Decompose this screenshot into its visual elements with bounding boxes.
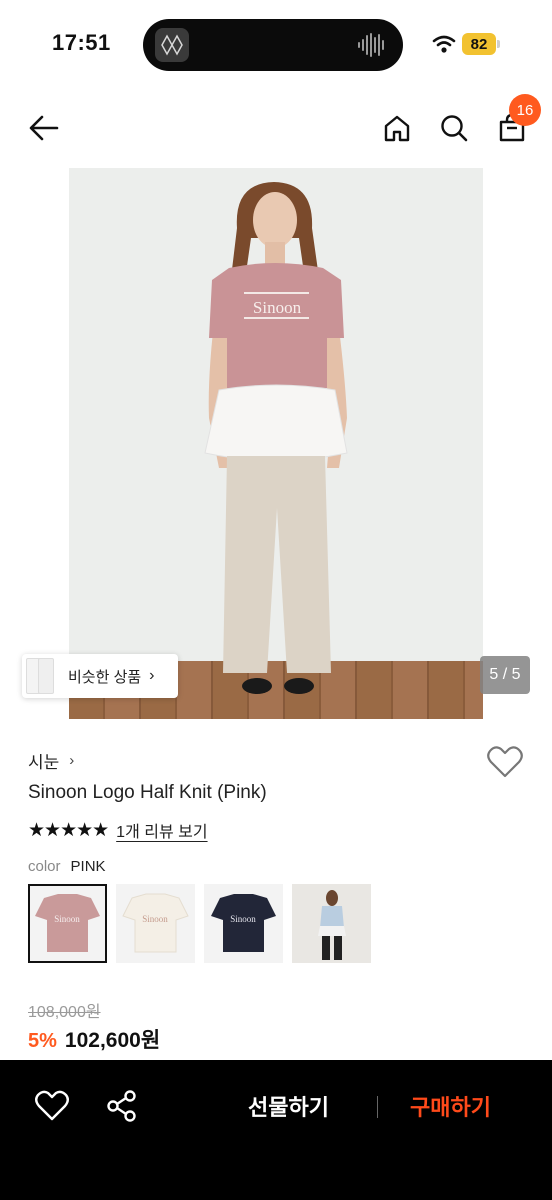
sale-price: 102,600원 (64, 1029, 161, 1052)
cart-count-badge: 16 (509, 94, 541, 126)
product-image[interactable]: Sinoon (69, 168, 483, 719)
similar-products-label: 비슷한 상품 (68, 668, 142, 686)
original-price: 108,000원 (28, 1004, 101, 1021)
status-bar: 17:51 82 (0, 0, 552, 90)
back-button[interactable] (22, 106, 66, 150)
buy-button[interactable]: 구매하기 (410, 1090, 491, 1122)
home-button[interactable] (375, 106, 419, 150)
rating-stars: ★★★★★ (28, 819, 109, 841)
product-name: Sinoon Logo Half Knit (Pink) (28, 782, 267, 803)
battery-cap (497, 40, 500, 48)
share-icon[interactable] (104, 1088, 140, 1124)
review-link[interactable]: 1개 리뷰 보기 (116, 818, 207, 842)
similar-thumbnails (22, 654, 62, 698)
swatch-pink[interactable]: Sinoon (28, 884, 107, 963)
color-row: color PINK (28, 858, 106, 875)
divider (377, 1096, 378, 1118)
rating-row: ★★★★★ 1개 리뷰 보기 (28, 818, 208, 842)
color-value: PINK (70, 858, 106, 875)
top-nav (0, 96, 552, 160)
swatch-logo-text: Sinoon (54, 914, 80, 924)
swatch-model[interactable] (292, 884, 371, 963)
search-button[interactable] (432, 106, 476, 150)
wifi-icon (432, 35, 456, 53)
chevron-right-icon: › (149, 667, 155, 684)
price-row: 5% 102,600원 (28, 1024, 160, 1054)
heart-icon[interactable] (34, 1088, 70, 1124)
color-label: color (28, 858, 61, 875)
similar-products-button[interactable]: 비슷한 상품 › (22, 654, 178, 698)
search-icon (441, 115, 468, 142)
dynamic-island (143, 19, 403, 71)
swatch-navy[interactable]: Sinoon (204, 884, 283, 963)
shirt-logo-text: Sinoon (253, 298, 302, 317)
bottom-action-bar: 선물하기 구매하기 (0, 1060, 552, 1200)
model-photo: Sinoon (204, 182, 348, 694)
color-swatches: Sinoon Sinoon Sinoon (28, 884, 371, 963)
brand-link[interactable]: 시눈 › (28, 748, 74, 773)
wishlist-heart-icon[interactable] (486, 744, 524, 780)
gift-button[interactable]: 선물하기 (248, 1090, 329, 1122)
brand-name: 시눈 (28, 753, 60, 772)
home-icon (384, 115, 410, 142)
swatch-logo-text: Sinoon (142, 914, 168, 924)
swatch-cream[interactable]: Sinoon (116, 884, 195, 963)
now-playing-app-icon (155, 28, 189, 62)
image-page-indicator: 5 / 5 (480, 656, 530, 694)
battery-indicator: 82 (462, 33, 496, 55)
swatch-logo-text: Sinoon (230, 914, 256, 924)
arrow-left-icon (29, 115, 59, 141)
chevron-right-icon: › (69, 752, 75, 769)
discount-rate: 5% (28, 1030, 57, 1052)
audio-wave-icon (358, 33, 384, 57)
status-time: 17:51 (52, 30, 111, 55)
